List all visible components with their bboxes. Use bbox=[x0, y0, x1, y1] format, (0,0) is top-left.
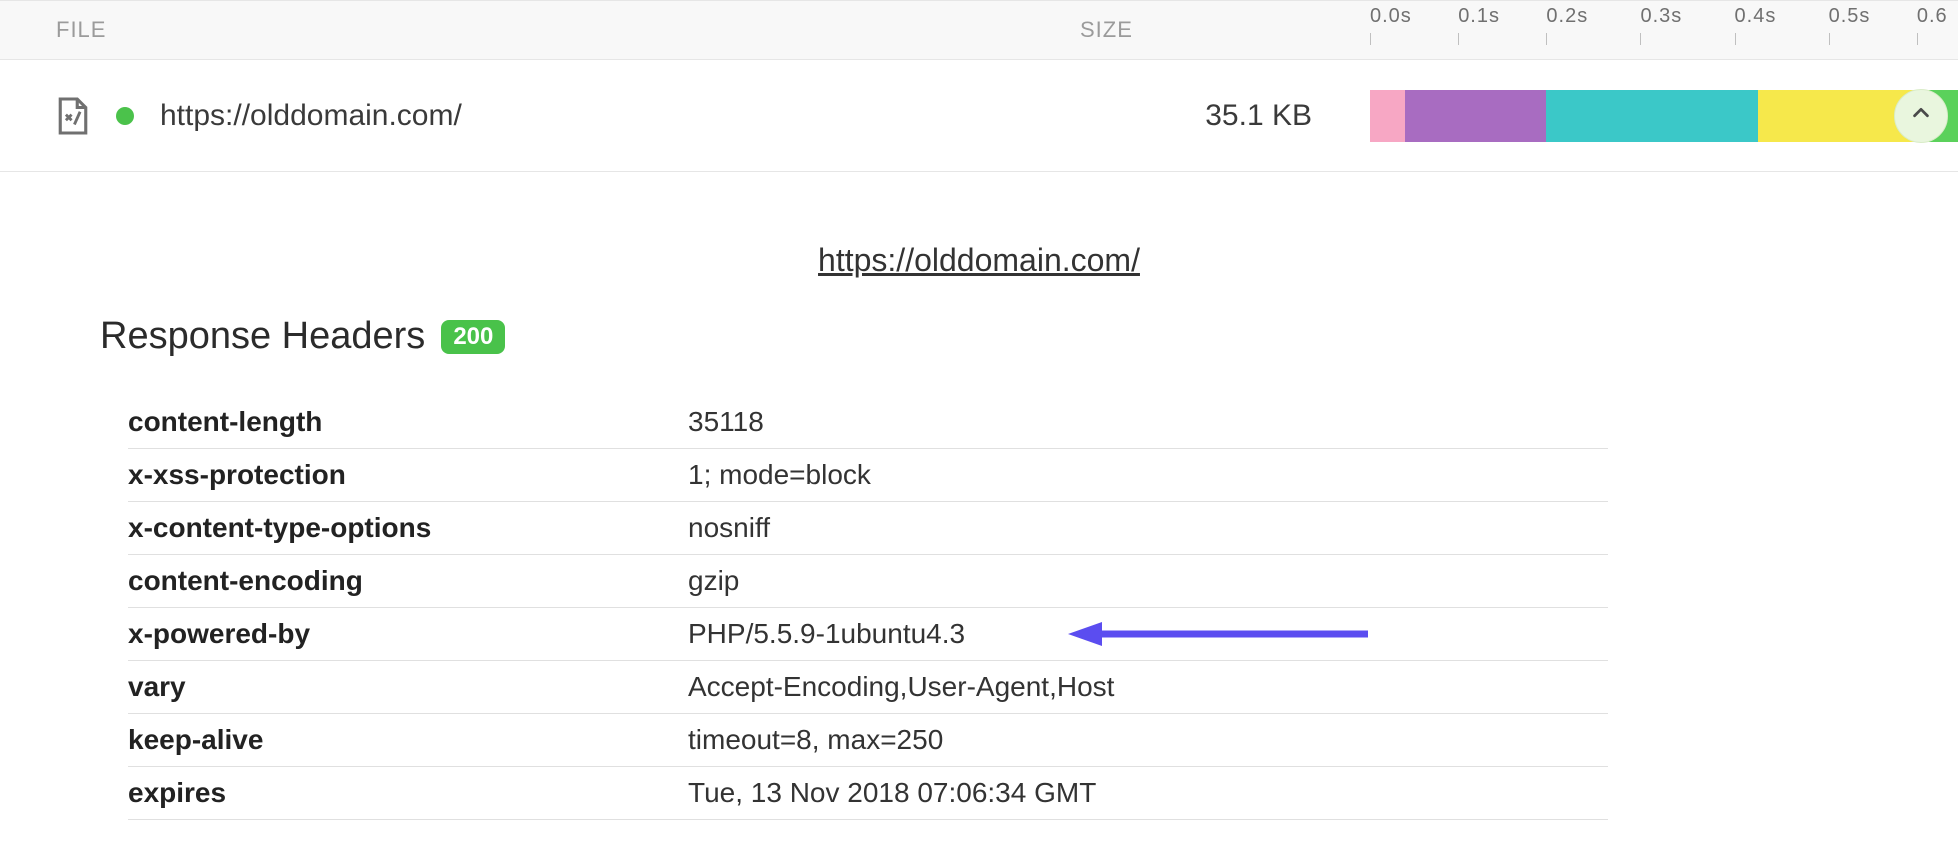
header-row: expires Tue, 13 Nov 2018 07:06:34 GMT bbox=[128, 767, 1608, 820]
timeline-tick: 0.3s bbox=[1640, 5, 1682, 28]
status-dot bbox=[116, 107, 134, 125]
header-value: 35118 bbox=[688, 406, 1608, 438]
detail-url-link[interactable]: https://olddomain.com/ bbox=[100, 242, 1858, 279]
arrow-annotation-icon bbox=[1068, 620, 1368, 648]
column-header-file[interactable]: FILE bbox=[0, 17, 1080, 43]
header-value: timeout=8, max=250 bbox=[688, 724, 1608, 756]
headers-table: content-length 35118 x-xss-protection 1;… bbox=[128, 396, 1608, 820]
column-header-timeline: 0.0s 0.1s 0.2s 0.3s 0.4s 0.5s 0.6 bbox=[1370, 1, 1958, 59]
header-value: gzip bbox=[688, 565, 1608, 597]
timeline-tick: 0.1s bbox=[1458, 5, 1500, 28]
header-value-text: PHP/5.5.9-1ubuntu4.3 bbox=[688, 618, 965, 649]
resource-row[interactable]: https://olddomain.com/ 35.1 KB bbox=[0, 60, 1958, 172]
header-value: Accept-Encoding,User-Agent,Host bbox=[688, 671, 1608, 703]
header-value: nosniff bbox=[688, 512, 1608, 544]
waterfall-segment-dns bbox=[1405, 90, 1546, 142]
header-row: x-powered-by PHP/5.5.9-1ubuntu4.3 bbox=[128, 608, 1608, 661]
file-cell: https://olddomain.com/ bbox=[0, 96, 1080, 136]
header-row: keep-alive timeout=8, max=250 bbox=[128, 714, 1608, 767]
header-row: x-content-type-options nosniff bbox=[128, 502, 1608, 555]
header-value: Tue, 13 Nov 2018 07:06:34 GMT bbox=[688, 777, 1608, 809]
collapse-button[interactable] bbox=[1894, 89, 1948, 143]
timeline-cell bbox=[1370, 60, 1958, 171]
table-header: FILE SIZE 0.0s 0.1s 0.2s 0.3s 0.4s 0.5s … bbox=[0, 0, 1958, 60]
timeline-tick: 0.5s bbox=[1829, 5, 1871, 28]
header-key: expires bbox=[128, 777, 688, 809]
response-headers-label: Response Headers bbox=[100, 315, 425, 358]
header-key: vary bbox=[128, 671, 688, 703]
header-key: content-encoding bbox=[128, 565, 688, 597]
header-key: x-powered-by bbox=[128, 618, 688, 650]
header-row: content-encoding gzip bbox=[128, 555, 1608, 608]
status-badge: 200 bbox=[441, 320, 505, 354]
timeline-tick: 0.6 bbox=[1917, 5, 1948, 28]
document-icon bbox=[56, 96, 90, 136]
column-header-size[interactable]: SIZE bbox=[1080, 17, 1370, 43]
header-key: keep-alive bbox=[128, 724, 688, 756]
waterfall-segment-connect bbox=[1546, 90, 1758, 142]
waterfall-segment-blocked bbox=[1370, 90, 1405, 142]
response-headers-title: Response Headers 200 bbox=[100, 315, 1858, 358]
header-value: PHP/5.5.9-1ubuntu4.3 bbox=[688, 618, 1608, 650]
header-row: content-length 35118 bbox=[128, 396, 1608, 449]
timeline-tick: 0.0s bbox=[1370, 5, 1412, 28]
resource-size: 35.1 KB bbox=[1080, 99, 1370, 133]
timeline-ticks: 0.0s 0.1s 0.2s 0.3s 0.4s 0.5s 0.6 bbox=[1370, 1, 1958, 59]
header-key: x-content-type-options bbox=[128, 512, 688, 544]
header-row: x-xss-protection 1; mode=block bbox=[128, 449, 1608, 502]
header-value: 1; mode=block bbox=[688, 459, 1608, 491]
timeline-tick: 0.2s bbox=[1546, 5, 1588, 28]
header-key: x-xss-protection bbox=[128, 459, 688, 491]
header-key: content-length bbox=[128, 406, 688, 438]
resource-details: https://olddomain.com/ Response Headers … bbox=[0, 172, 1958, 820]
header-row: vary Accept-Encoding,User-Agent,Host bbox=[128, 661, 1608, 714]
waterfall-bar[interactable] bbox=[1370, 90, 1958, 142]
chevron-up-icon bbox=[1910, 102, 1932, 129]
timeline-tick: 0.4s bbox=[1735, 5, 1777, 28]
resource-url: https://olddomain.com/ bbox=[160, 99, 462, 133]
